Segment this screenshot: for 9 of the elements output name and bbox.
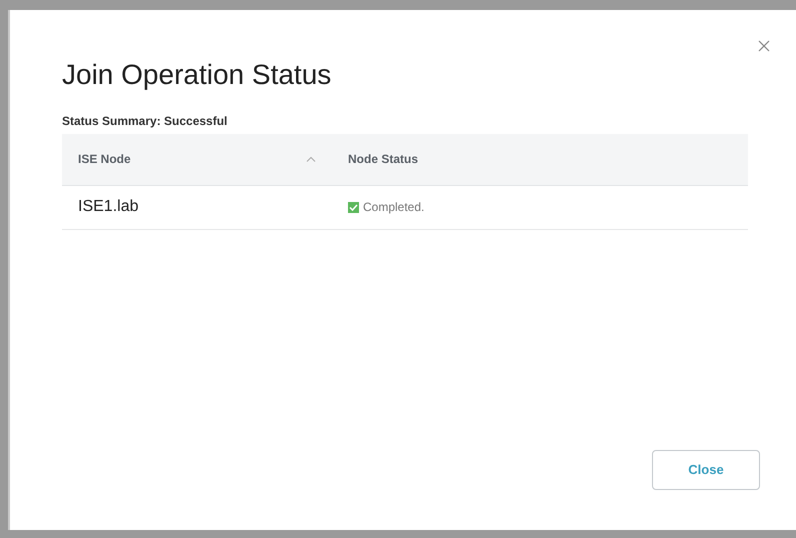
column-header[interactable]: ISE Node bbox=[78, 150, 131, 168]
status-summary: Status Summary: Successful bbox=[62, 112, 228, 130]
sort-caret-icon[interactable] bbox=[306, 156, 316, 162]
table-cell-text: ISE1.lab bbox=[77, 197, 140, 218]
column-header[interactable]: Node Status bbox=[348, 150, 418, 168]
close-button[interactable]: Close bbox=[652, 450, 760, 490]
close-icon[interactable] bbox=[758, 40, 770, 52]
status-text: Completed. bbox=[363, 199, 424, 216]
dialog-title: Join Operation Status bbox=[62, 58, 332, 92]
